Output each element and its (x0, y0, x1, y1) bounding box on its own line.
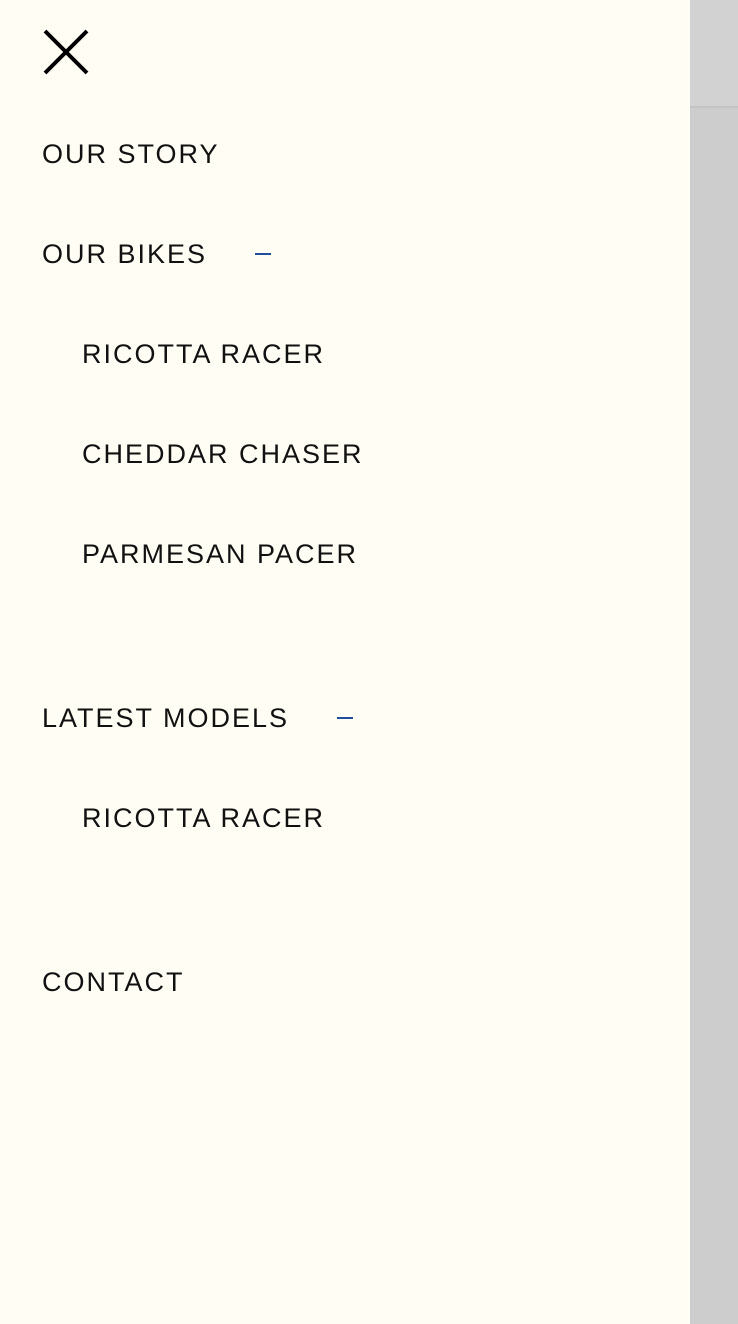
mobile-nav-drawer: OUR STORY OUR BIKES RICOTTA RACER CHEDDA… (0, 0, 690, 1324)
nav-item-contact[interactable]: CONTACT (42, 962, 185, 1002)
subnav-item-label: PARMESAN PACER (82, 538, 359, 569)
nav-item-latest-models[interactable]: LATEST MODELS (42, 698, 354, 738)
nav-item-label: OUR BIKES (42, 238, 208, 269)
nav-item-label: CONTACT (42, 966, 185, 997)
nav-item-our-bikes[interactable]: OUR BIKES (42, 234, 272, 274)
subnav-item-label: RICOTTA RACER (82, 338, 326, 369)
collapse-minus-icon[interactable] (337, 717, 354, 719)
subnav-item-ricotta-racer-latest[interactable]: RICOTTA RACER (82, 798, 325, 838)
subnav-item-cheddar-chaser[interactable]: CHEDDAR CHASER (82, 434, 364, 474)
nav-item-label: OUR STORY (42, 138, 220, 169)
subnav-item-label: RICOTTA RACER (82, 802, 326, 833)
subnav-item-label: CHEDDAR CHASER (82, 438, 364, 469)
nav-item-label: LATEST MODELS (42, 702, 290, 733)
close-menu-button[interactable] (40, 28, 92, 76)
collapse-minus-icon[interactable] (255, 253, 272, 255)
subnav-item-parmesan-pacer[interactable]: PARMESAN PACER (82, 534, 358, 574)
close-icon (43, 29, 89, 75)
subnav-item-ricotta-racer[interactable]: RICOTTA RACER (82, 334, 325, 374)
nav-item-our-story[interactable]: OUR STORY (42, 134, 220, 174)
